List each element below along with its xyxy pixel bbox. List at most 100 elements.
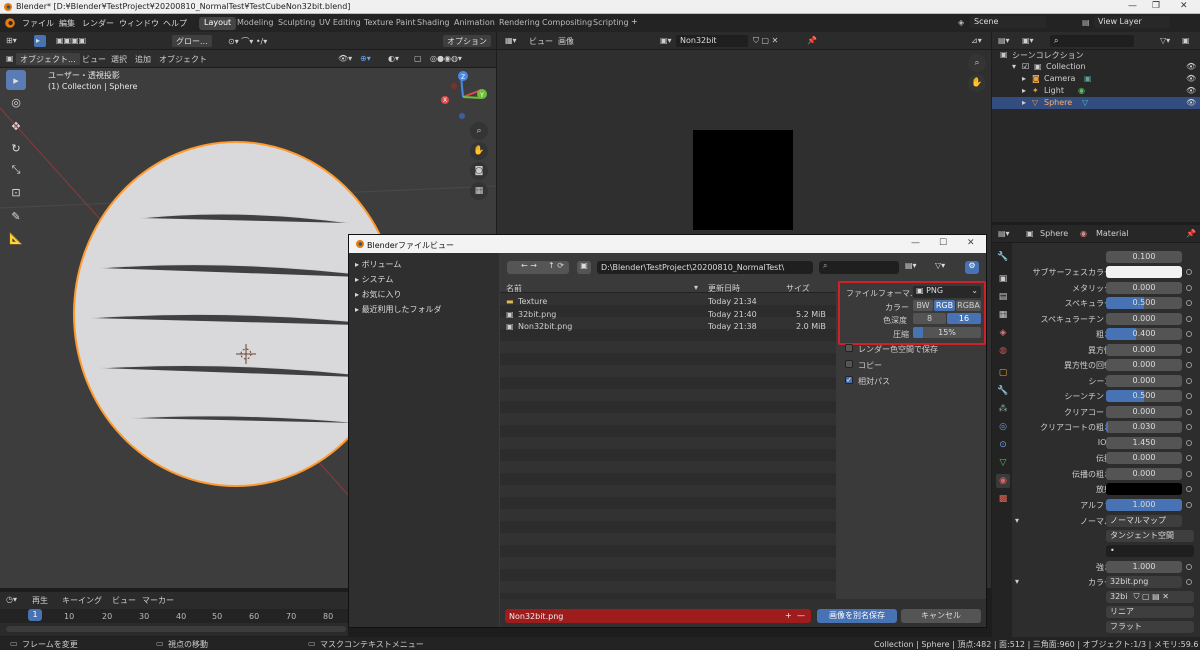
- outliner-row-scene-collection[interactable]: ▣ シーンコレクション: [992, 49, 1200, 61]
- column-size[interactable]: サイズ: [786, 283, 810, 294]
- render-tab-icon[interactable]: ▣: [996, 272, 1010, 286]
- property-socket[interactable]: [1186, 347, 1192, 353]
- navigation-gizmo[interactable]: Z Y X: [436, 70, 490, 124]
- compression-slider[interactable]: 15%: [913, 327, 981, 338]
- projection-dropdown[interactable]: フラット: [1106, 621, 1194, 633]
- property-color-swatch[interactable]: [1106, 266, 1182, 278]
- property-slider[interactable]: 0.000: [1106, 359, 1182, 371]
- pin-icon[interactable]: 📌: [807, 36, 817, 45]
- outliner-row-collection[interactable]: ▾ ☑ ▣ Collection 👁: [992, 61, 1200, 73]
- expand-icon[interactable]: ▸: [1022, 86, 1026, 95]
- new-collection-icon[interactable]: ▣: [1182, 36, 1190, 45]
- image-slot-field[interactable]: 32bi ⛉ ▢ ▤ ✕: [1106, 591, 1194, 603]
- copy-checkbox[interactable]: [845, 360, 853, 368]
- maximize-button[interactable]: ❐: [1152, 1, 1160, 11]
- shading-mode-icons[interactable]: ◎●◉◍▾: [430, 54, 462, 63]
- add-workspace-button[interactable]: +: [631, 17, 638, 26]
- eye-icon[interactable]: 👁: [1186, 98, 1196, 107]
- data-tab-icon[interactable]: ▽: [996, 456, 1010, 470]
- close-button[interactable]: ✕: [1180, 1, 1188, 11]
- interpolation-dropdown[interactable]: リニア: [1106, 606, 1194, 618]
- normal-map-node[interactable]: ノーマルマップ: [1106, 515, 1182, 527]
- eye-icon[interactable]: 👁: [1186, 86, 1196, 95]
- menu-view[interactable]: ビュー: [529, 36, 553, 47]
- minimize-button[interactable]: —: [1128, 1, 1137, 11]
- property-top-value[interactable]: 0.100: [1106, 251, 1182, 263]
- file-row[interactable]: ▣ 32bit.png Today 21:40 5.2 MiB: [500, 308, 836, 320]
- property-socket[interactable]: [1186, 316, 1192, 322]
- save-as-button[interactable]: 画像を別名保存: [817, 609, 897, 623]
- physics-tab-icon[interactable]: ◎: [996, 420, 1010, 434]
- dialog-close-button[interactable]: ✕: [967, 238, 975, 248]
- property-slider[interactable]: 0.000: [1106, 406, 1182, 418]
- file-row[interactable]: ▣ Non32bit.png Today 21:38 2.0 MiB: [500, 320, 836, 332]
- property-socket[interactable]: [1186, 300, 1192, 306]
- property-slider[interactable]: 0.030: [1106, 421, 1182, 433]
- property-slider[interactable]: 1.000: [1106, 499, 1182, 511]
- filename-input[interactable]: Non32bit.png + —: [505, 609, 811, 623]
- menu-edit[interactable]: 編集: [59, 18, 75, 29]
- blender-menu-icon[interactable]: [4, 17, 16, 29]
- column-name[interactable]: 名前: [506, 283, 522, 294]
- outliner[interactable]: ▤▾ ▣▾ ⌕ ▽▾ ▣ ▣ シーンコレクション ▾ ☑ ▣ Collectio…: [992, 32, 1200, 222]
- decrement-button[interactable]: —: [797, 611, 805, 620]
- workspace-tab-modeling[interactable]: Modeling: [232, 17, 278, 30]
- pan-hand-icon[interactable]: ✋: [968, 74, 986, 92]
- category-system[interactable]: ▸ システム: [355, 274, 393, 285]
- filename-search-input[interactable]: ⌕: [819, 261, 899, 274]
- scene-tab-icon[interactable]: ◈: [996, 326, 1010, 340]
- eye-icon[interactable]: 👁: [1186, 62, 1196, 71]
- outliner-row-sphere[interactable]: ▸ ▽ Sphere ▽ 👁: [992, 97, 1200, 109]
- texture-tab-icon[interactable]: ▩: [996, 492, 1010, 506]
- editor-type-icon[interactable]: ◷▾: [6, 595, 17, 604]
- outliner-search-input[interactable]: ⌕: [1050, 35, 1134, 47]
- workspace-tab-uv-editing[interactable]: UV Editing: [314, 17, 366, 30]
- image-datablock-icons[interactable]: ⛉ ▢ ✕: [753, 36, 778, 46]
- property-socket[interactable]: [1186, 393, 1192, 399]
- world-tab-icon[interactable]: ◍: [996, 344, 1010, 358]
- scene-selector[interactable]: Scene: [970, 16, 1046, 28]
- camera-view-icon[interactable]: ◙: [470, 162, 488, 180]
- dialog-minimize-button[interactable]: —: [911, 238, 920, 248]
- property-slider[interactable]: 0.500: [1106, 297, 1182, 309]
- directory-path-input[interactable]: D:\Blender\TestProject\20200810_NormalTe…: [597, 261, 813, 274]
- save-render-colorspace-checkbox[interactable]: [845, 344, 853, 352]
- eye-icon[interactable]: 👁: [1186, 74, 1196, 83]
- visibility-icon[interactable]: 👁▾: [338, 54, 352, 63]
- property-socket[interactable]: [1186, 471, 1192, 477]
- menu-marker[interactable]: マーカー: [142, 595, 174, 606]
- transform-orientation-dropdown[interactable]: グロー...: [172, 35, 212, 47]
- material-tab-icon[interactable]: ◉: [996, 474, 1010, 488]
- cancel-button[interactable]: キャンセル: [901, 609, 981, 623]
- property-slider[interactable]: 0.000: [1106, 313, 1182, 325]
- property-slider[interactable]: 0.000: [1106, 344, 1182, 356]
- property-slider[interactable]: 0.500: [1106, 390, 1182, 402]
- workspace-tab-animation[interactable]: Animation: [449, 17, 500, 30]
- gizmo-toggle-icon[interactable]: ⊕▾: [360, 54, 371, 63]
- menu-view[interactable]: ビュー: [82, 54, 106, 65]
- color-depth-16[interactable]: 16: [947, 313, 981, 324]
- display-mode-icon[interactable]: ▤▾: [905, 261, 917, 270]
- zoom-icon[interactable]: ⌕: [968, 54, 986, 72]
- perspective-grid-icon[interactable]: ▦: [470, 182, 488, 200]
- property-socket[interactable]: [1186, 378, 1192, 384]
- property-socket[interactable]: [1186, 409, 1192, 415]
- menu-object[interactable]: オブジェクト: [159, 54, 207, 65]
- property-socket[interactable]: [1186, 440, 1192, 446]
- property-socket[interactable]: [1186, 502, 1192, 508]
- property-slider[interactable]: 0.000: [1106, 452, 1182, 464]
- menu-file[interactable]: ファイル: [22, 18, 54, 29]
- property-socket[interactable]: [1186, 362, 1192, 368]
- category-recent[interactable]: ▸ 最近利用したフォルダ: [355, 304, 442, 315]
- file-row[interactable]: ▬ Texture Today 21:34: [500, 295, 836, 307]
- select-mode-icons[interactable]: ▣▣▣▣: [56, 36, 86, 45]
- file-browser-dialog[interactable]: Blenderファイルビュー — ☐ ✕ ▸ ボリューム ▸ システム ▸ お気…: [348, 234, 987, 628]
- menu-window[interactable]: ウィンドウ: [119, 18, 159, 29]
- current-frame-indicator[interactable]: 1: [28, 609, 42, 621]
- property-socket[interactable]: [1186, 424, 1192, 430]
- pan-hand-icon[interactable]: ✋: [470, 142, 488, 160]
- editor-type-icon[interactable]: ▦▾: [505, 36, 517, 45]
- object-mode-dropdown[interactable]: オブジェクト...: [16, 53, 80, 65]
- editor-type-icon[interactable]: ⊞▾: [6, 36, 17, 45]
- menu-keying[interactable]: キーイング: [62, 595, 102, 606]
